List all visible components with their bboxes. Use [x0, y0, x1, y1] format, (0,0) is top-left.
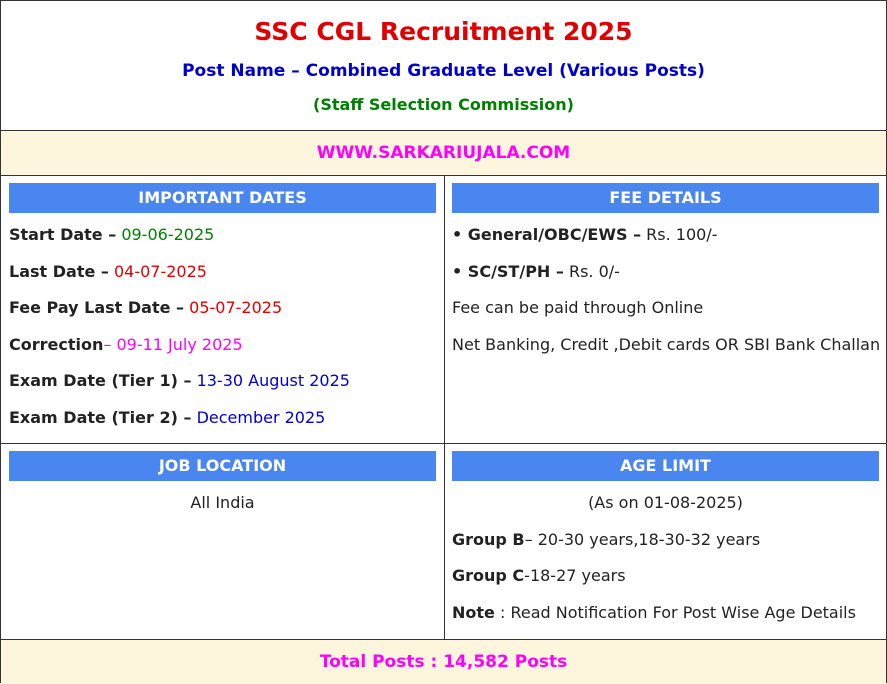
fee-general-line: • General/OBC/EWS – Rs. 100/- [452, 221, 879, 258]
fee-pay-last-date-line: Fee Pay Last Date – 05-07-2025 [9, 294, 436, 331]
fee-sc-st-value: Rs. 0/- [563, 261, 620, 281]
important-dates-section: IMPORTANT DATES Start Date – 09-06-2025 … [9, 183, 436, 441]
age-group-b-label: Group B [452, 529, 525, 549]
fee-general-label: • General/OBC/EWS – [452, 225, 642, 244]
fee-details-heading: FEE DETAILS [452, 183, 879, 213]
age-group-c-label: Group C [452, 566, 525, 586]
age-limit-heading: AGE LIMIT [452, 451, 879, 481]
column-divider [444, 176, 445, 443]
page-title: SSC CGL Recruitment 2025 [254, 17, 633, 46]
correction-value: – 09-11 July 2025 [103, 334, 243, 354]
age-group-b-line: Group B– 20-30 years,18-30-32 years [452, 526, 879, 563]
fee-general-value: Rs. 100/- [641, 225, 718, 244]
last-date-label: Last Date – [9, 261, 109, 281]
fee-pay-last-date-value: 05-07-2025 [184, 298, 283, 318]
age-group-b-value: – 20-30 years,18-30-32 years [524, 529, 761, 549]
age-group-c-line: Group C-18-27 years [452, 562, 879, 599]
job-location-heading: JOB LOCATION [9, 451, 436, 481]
fee-pay-last-date-label: Fee Pay Last Date – [9, 298, 185, 318]
age-note-label: Note [452, 602, 495, 622]
website-link[interactable]: WWW.SARKARIUJALA.COM [1, 131, 886, 176]
notice-header: SSC CGL Recruitment 2025 Post Name – Com… [1, 1, 886, 131]
fee-sc-st-label: • SC/ST/PH – [452, 261, 564, 281]
exam-tier1-value: 13-30 August 2025 [191, 371, 350, 391]
age-group-c-value: -18-27 years [524, 566, 626, 586]
total-posts: Total Posts : 14,582 Posts [1, 640, 886, 684]
exam-tier1-line: Exam Date (Tier 1) – 13-30 August 2025 [9, 367, 436, 404]
age-note-value: : Read Notification For Post Wise Age De… [494, 602, 856, 622]
location-age-row: JOB LOCATION All India AGE LIMIT (As on … [1, 444, 886, 640]
last-date-line: Last Date – 04-07-2025 [9, 258, 436, 295]
job-location-value: All India [190, 493, 255, 512]
correction-line: Correction– 09-11 July 2025 [9, 331, 436, 368]
fee-payment-note: Fee can be paid through Online [452, 298, 704, 318]
age-note-line: Note : Read Notification For Post Wise A… [452, 599, 879, 636]
start-date-line: Start Date – 09-06-2025 [9, 221, 436, 258]
exam-tier2-value: December 2025 [191, 407, 326, 427]
post-name: Post Name – Combined Graduate Level (Var… [182, 61, 705, 81]
start-date-label: Start Date – [9, 225, 117, 244]
age-as-on-date: (As on 01-08-2025) [588, 493, 743, 512]
correction-label: Correction [9, 334, 104, 354]
exam-tier2-label: Exam Date (Tier 2) – [9, 407, 192, 427]
fee-details-section: FEE DETAILS • General/OBC/EWS – Rs. 100/… [452, 183, 881, 367]
fee-sc-st-line: • SC/ST/PH – Rs. 0/- [452, 258, 879, 295]
column-divider [444, 444, 445, 639]
last-date-value: 04-07-2025 [108, 261, 207, 281]
dates-fee-row: IMPORTANT DATES Start Date – 09-06-2025 … [1, 176, 886, 444]
exam-tier2-line: Exam Date (Tier 2) – December 2025 [9, 404, 436, 441]
fee-payment-methods: Net Banking, Credit ,Debit cards OR SBI … [452, 334, 881, 354]
organization-name: (Staff Selection Commission) [313, 95, 574, 114]
start-date-value: 09-06-2025 [116, 225, 215, 244]
exam-tier1-label: Exam Date (Tier 1) – [9, 371, 192, 391]
important-dates-heading: IMPORTANT DATES [9, 183, 436, 213]
age-limit-section: AGE LIMIT (As on 01-08-2025) Group B– 20… [452, 451, 879, 635]
recruitment-notice-table: SSC CGL Recruitment 2025 Post Name – Com… [0, 0, 887, 684]
job-location-section: JOB LOCATION All India [9, 451, 436, 526]
